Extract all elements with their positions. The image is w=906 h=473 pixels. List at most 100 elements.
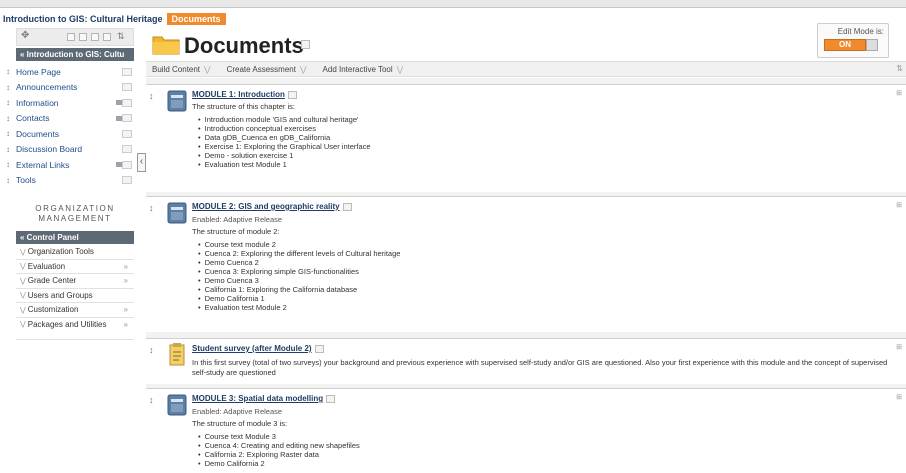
content-item-description: The structure of module 2: bbox=[192, 227, 280, 236]
control-panel-item-organization-tools[interactable]: ⋁ Organization Tools bbox=[16, 245, 134, 260]
edit-mode-panel: Edit Mode is: ON bbox=[817, 23, 889, 58]
drag-handle-icon[interactable]: ↕ bbox=[0, 98, 16, 107]
item-options-icon[interactable] bbox=[122, 98, 132, 107]
item-options-icon[interactable] bbox=[122, 83, 132, 92]
control-panel-item-grade-center[interactable]: ⋁ Grade Center » bbox=[16, 274, 134, 289]
course-menu: ↕ Home Page ↕ Announcements ↕ Information ↕ Con… bbox=[0, 64, 142, 188]
list-item: Introduction conceptual exercises bbox=[198, 124, 897, 133]
folder-view-icon[interactable] bbox=[79, 33, 87, 41]
item-options-icon[interactable]: ⊞ bbox=[896, 343, 902, 351]
edit-mode-label: Edit Mode is: bbox=[837, 27, 884, 36]
drag-handle-icon[interactable]: ↕ bbox=[0, 67, 16, 76]
sidebar-item-tools[interactable]: ↕ Tools bbox=[0, 173, 142, 189]
learning-module-icon bbox=[167, 90, 187, 112]
edit-mode-toggle[interactable]: ON bbox=[824, 39, 866, 51]
title-options-icon[interactable] bbox=[301, 40, 310, 49]
drag-handle-icon[interactable]: ↕ bbox=[149, 91, 154, 101]
organization-management-title: ORGANIZATION MANAGEMENT bbox=[35, 204, 115, 223]
sidebar-item-documents[interactable]: ↕ Documents bbox=[0, 126, 142, 142]
page-title: Documents bbox=[184, 33, 304, 58]
sidebar-item-external-links[interactable]: ↕ External Links bbox=[0, 157, 142, 173]
sort-icon[interactable]: ⇅ bbox=[117, 31, 125, 42]
item-options-icon[interactable] bbox=[122, 129, 132, 138]
content-item-title[interactable]: MODULE 3: Spatial data modelling bbox=[192, 394, 323, 403]
add-menu-item-icon[interactable] bbox=[67, 33, 75, 41]
chevron-right-icon[interactable]: » bbox=[124, 262, 128, 271]
drag-handle-icon[interactable]: ↕ bbox=[0, 114, 16, 123]
chevron-right-icon[interactable]: » bbox=[124, 305, 128, 314]
chevron-down-icon[interactable] bbox=[326, 395, 336, 404]
control-panel-item-label: Evaluation bbox=[27, 261, 66, 271]
list-view-icon[interactable] bbox=[91, 33, 99, 41]
content-item-body: MODULE 1: Introduction The structure of t… bbox=[192, 90, 897, 169]
chevron-down-icon[interactable] bbox=[287, 91, 297, 100]
chevron-down-icon: ⋁ bbox=[20, 306, 26, 314]
item-options-icon[interactable] bbox=[122, 145, 132, 154]
browser-top-strip bbox=[0, 0, 906, 8]
sidebar-item-label: Home Page bbox=[16, 66, 61, 77]
chevron-down-icon[interactable] bbox=[314, 345, 324, 354]
control-panel-item-customization[interactable]: ⋁ Customization » bbox=[16, 303, 134, 318]
item-options-icon[interactable]: ⊞ bbox=[896, 201, 902, 209]
sidebar-item-home-page[interactable]: ↕ Home Page bbox=[0, 64, 142, 80]
drag-handle-icon[interactable]: ↕ bbox=[149, 395, 154, 405]
drag-handle-icon[interactable]: ↕ bbox=[0, 145, 16, 154]
content-item-description: In this first survey (total of two surve… bbox=[192, 358, 888, 377]
item-options-icon[interactable] bbox=[122, 160, 132, 169]
control-panel-item-packages-and-utilities[interactable]: ⋁ Packages and Utilities » bbox=[16, 318, 134, 340]
content-item-title[interactable]: Student survey (after Module 2) bbox=[192, 344, 312, 353]
edit-mode-knob[interactable] bbox=[866, 39, 878, 51]
course-menu-header[interactable]: « Introduction to GIS: Cultu bbox=[16, 48, 134, 61]
refresh-icon[interactable] bbox=[103, 33, 111, 41]
sidebar-item-label: Information bbox=[16, 97, 59, 108]
sidebar-item-information[interactable]: ↕ Information bbox=[0, 95, 142, 111]
control-panel-header[interactable]: « Control Panel bbox=[16, 231, 134, 244]
control-panel-list: ⋁ Organization Tools ⋁ Evaluation» ⋁ Grade Ce… bbox=[16, 245, 134, 340]
drag-handle-icon[interactable]: ↕ bbox=[0, 176, 16, 185]
drag-handle-icon[interactable]: ↕ bbox=[0, 83, 16, 92]
content-item-title[interactable]: MODULE 2: GIS and geographic reality bbox=[192, 202, 340, 211]
structure-list: Course text module 2Cuenca 2: Exploring … bbox=[198, 240, 897, 312]
collapse-caret-icon: « bbox=[20, 233, 27, 242]
item-options-icon[interactable] bbox=[122, 176, 132, 185]
item-options-icon[interactable] bbox=[122, 67, 132, 76]
structure-list: Course text Module 3Cuenca 4: Creating a… bbox=[198, 432, 897, 468]
sort-items-icon[interactable]: ⇅ bbox=[896, 64, 903, 73]
sidebar-item-label: Documents bbox=[16, 128, 59, 139]
chevron-down-icon[interactable] bbox=[342, 203, 352, 212]
sidebar-item-label: Tools bbox=[16, 175, 36, 186]
content-item-description: The structure of module 3 is: bbox=[192, 419, 288, 428]
breadcrumb: Introduction to GIS: Cultural Heritage D… bbox=[0, 12, 226, 26]
drag-handle-icon[interactable]: ↕ bbox=[0, 160, 16, 169]
structure-list: Introduction module 'GIS and cultural he… bbox=[198, 115, 897, 169]
chevron-right-icon[interactable]: » bbox=[124, 276, 128, 285]
availability-status: Enabled: Adaptive Release bbox=[192, 407, 283, 416]
sidebar-item-contacts[interactable]: ↕ Contacts bbox=[0, 111, 142, 127]
breadcrumb-course[interactable]: Introduction to GIS: Cultural Heritage bbox=[0, 14, 163, 24]
drag-handle-icon[interactable]: ↕ bbox=[149, 345, 154, 355]
content-item-title[interactable]: MODULE 1: Introduction bbox=[192, 90, 285, 99]
content-item: ↕ ⊞ MODULE 2: GIS and geographic reality En… bbox=[146, 196, 906, 332]
control-panel-item-label: Users and Groups bbox=[27, 290, 93, 300]
item-options-icon[interactable]: ⊞ bbox=[896, 89, 902, 97]
item-options-icon[interactable] bbox=[122, 114, 132, 123]
drag-handle-icon[interactable]: ↕ bbox=[0, 129, 16, 138]
list-item: Cuenca 4: Creating and editing new shape… bbox=[198, 441, 897, 450]
control-panel-item-evaluation[interactable]: ⋁ Evaluation » bbox=[16, 260, 134, 274]
create-assessment-button[interactable]: Create Assessment ⋁ bbox=[221, 65, 317, 74]
sidebar-item-announcements[interactable]: ↕ Announcements bbox=[0, 80, 142, 96]
add-icon[interactable]: ✥ bbox=[21, 30, 29, 41]
control-panel-item-users-and-groups[interactable]: ⋁ Users and Groups bbox=[16, 289, 134, 303]
chevron-down-icon: ⋁ bbox=[204, 64, 211, 74]
collapse-sidebar-button[interactable]: ‹ bbox=[137, 153, 146, 172]
survey-icon bbox=[169, 343, 185, 366]
chevron-right-icon[interactable]: » bbox=[124, 320, 128, 329]
add-interactive-tool-button[interactable]: Add Interactive Tool ⋁ bbox=[317, 65, 414, 74]
sidebar-item-label: Announcements bbox=[16, 82, 78, 93]
chevron-down-icon: ⋁ bbox=[20, 292, 26, 300]
build-content-button[interactable]: Build Content ⋁ bbox=[146, 65, 221, 74]
item-options-icon[interactable]: ⊞ bbox=[896, 393, 902, 401]
learning-module-icon bbox=[167, 394, 187, 416]
drag-handle-icon[interactable]: ↕ bbox=[149, 203, 154, 213]
sidebar-item-discussion-board[interactable]: ↕ Discussion Board bbox=[0, 142, 142, 158]
